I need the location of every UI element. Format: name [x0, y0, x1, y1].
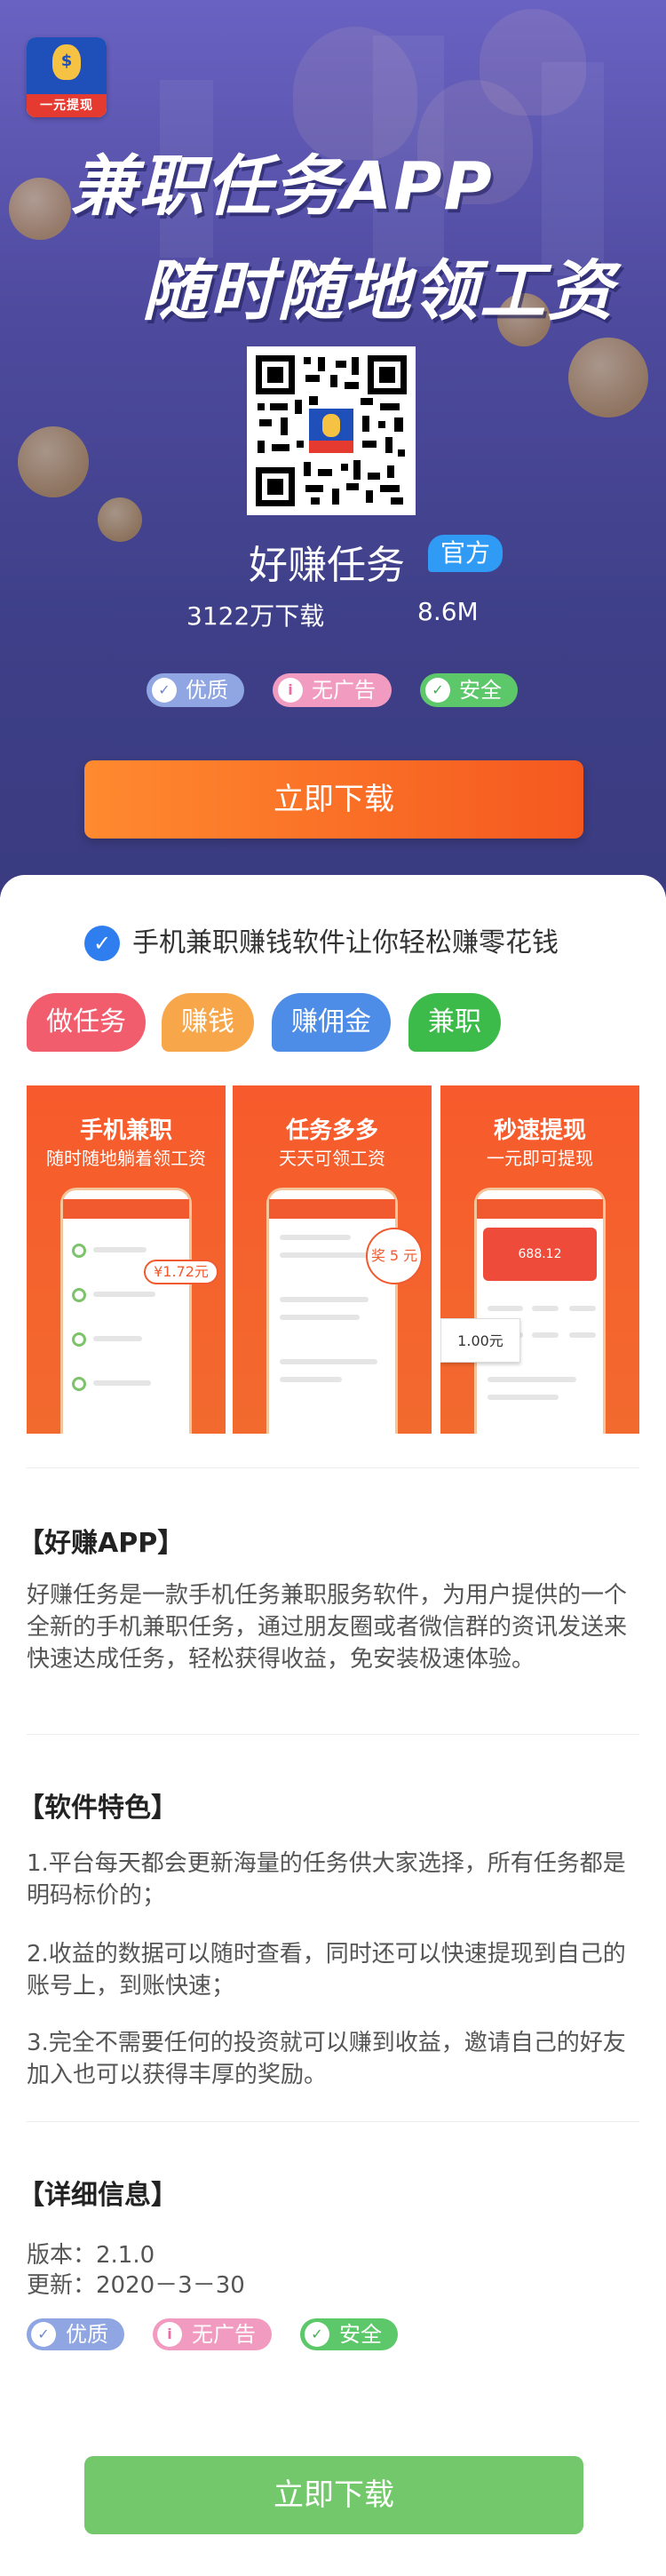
no-ads-badge-bottom: i 无广告: [153, 2318, 272, 2350]
screenshot-2[interactable]: 任务多多 天天可领工资 奖 5 元: [233, 1085, 432, 1434]
safe-label: 安全: [339, 2322, 382, 2347]
tag-earn[interactable]: 赚钱: [162, 993, 254, 1052]
no-ads-label: 无广告: [192, 2322, 256, 2347]
background-person: [480, 9, 586, 115]
shield-icon: ✓: [31, 2322, 56, 2347]
verified-icon: ✓: [84, 926, 120, 961]
app-size: 8.6M: [417, 597, 479, 626]
slogan-text: 手机兼职赚钱软件让你轻松赚零花钱: [132, 927, 559, 958]
about-text: 好赚任务是一款手机任务兼职服务软件，为用户提供的一个全新的手机兼职任务，通过朋友…: [27, 1582, 628, 1673]
phone-mockup: [474, 1188, 606, 1434]
tag-part-time[interactable]: 兼职: [408, 993, 501, 1052]
check-icon: ✓: [305, 2322, 329, 2347]
screenshot-1[interactable]: 手机兼职 随时随地躺着领工资 ¥1.72元: [27, 1085, 226, 1434]
divider: [27, 2121, 639, 2122]
divider: [27, 1467, 639, 1468]
phone-mockup: [266, 1188, 398, 1434]
quality-badge-bottom: ✓ 优质: [27, 2318, 124, 2350]
coin-decoration: [98, 497, 142, 542]
tag-task[interactable]: 做任务: [27, 993, 146, 1052]
app-logo: 一元提现: [27, 37, 107, 117]
hero-title-line2: 随时随地领工资: [142, 253, 614, 330]
features-title: 【软件特色】: [18, 1793, 178, 1824]
qr-code-icon: [256, 355, 407, 506]
phone-mockup: [60, 1188, 192, 1434]
version-info: 版本：2.1.0: [27, 2242, 155, 2269]
safe-label: 安全: [459, 678, 502, 703]
download-button-bottom[interactable]: 立即下载: [84, 2456, 583, 2534]
price-tag: ¥1.72元: [144, 1260, 218, 1284]
shield-icon: ✓: [152, 678, 177, 703]
qr-code: [247, 346, 416, 515]
reward-badge: 奖 5 元: [366, 1228, 423, 1284]
feature-item-3: 3.完全不需要任何的投资就可以赚到收益，邀请自己的好友加入也可以获得丰厚的奖励。: [27, 2030, 626, 2088]
withdraw-option: 1.00元: [440, 1318, 520, 1363]
coin-decoration: [18, 426, 89, 497]
money-bag-icon: [52, 44, 81, 80]
divider: [27, 1734, 639, 1735]
slogan: ✓ 手机兼职赚钱软件让你轻松赚零花钱: [84, 924, 559, 963]
info-icon: i: [278, 678, 303, 703]
logo-text: 一元提现: [27, 94, 107, 117]
feature-item-2: 2.收益的数据可以随时查看，同时还可以快速提现到自己的账号上，到账快速；: [27, 1941, 626, 2000]
quality-label: 优质: [66, 2322, 108, 2347]
screenshot-subtitle: 随时随地躺着领工资: [46, 1148, 206, 1169]
details-title: 【详细信息】: [18, 2180, 178, 2211]
feature-item-1: 1.平台每天都会更新海量的任务供大家选择，所有任务都是明码标价的；: [27, 1850, 626, 1909]
hero-banner: 一元提现 兼职任务APP 随时随地领工资: [0, 0, 666, 897]
app-name: 好赚任务: [249, 543, 405, 588]
info-icon: i: [157, 2322, 182, 2347]
check-icon: ✓: [425, 678, 450, 703]
screenshot-title: 手机兼职: [79, 1117, 172, 1144]
screenshot-3[interactable]: 秒速提现 一元即可提现 688.12 1.00元: [440, 1085, 639, 1434]
safe-badge: ✓ 安全: [420, 673, 518, 707]
no-ads-label: 无广告: [312, 678, 376, 703]
tag-commission[interactable]: 赚佣金: [272, 993, 391, 1052]
safe-badge-bottom: ✓ 安全: [300, 2318, 398, 2350]
screenshot-title: 任务多多: [285, 1117, 378, 1144]
download-count: 3122万下载: [186, 601, 325, 631]
about-title: 【好赚APP】: [18, 1528, 185, 1559]
official-badge: 官方: [428, 535, 503, 572]
hero-title-line1: 兼职任务APP: [71, 148, 494, 225]
screenshot-title: 秒速提现: [493, 1117, 586, 1144]
screenshot-subtitle: 一元即可提现: [487, 1148, 593, 1169]
quality-badge: ✓ 优质: [147, 673, 244, 707]
no-ads-badge: i 无广告: [273, 673, 392, 707]
balance-card: 688.12: [483, 1228, 597, 1281]
coin-decoration: [568, 338, 648, 417]
update-date: 更新：2020－3－30: [27, 2272, 245, 2299]
coin-decoration: [9, 178, 71, 240]
download-button-top[interactable]: 立即下载: [84, 760, 583, 839]
screenshot-subtitle: 天天可领工资: [279, 1148, 385, 1169]
quality-label: 优质: [186, 678, 228, 703]
